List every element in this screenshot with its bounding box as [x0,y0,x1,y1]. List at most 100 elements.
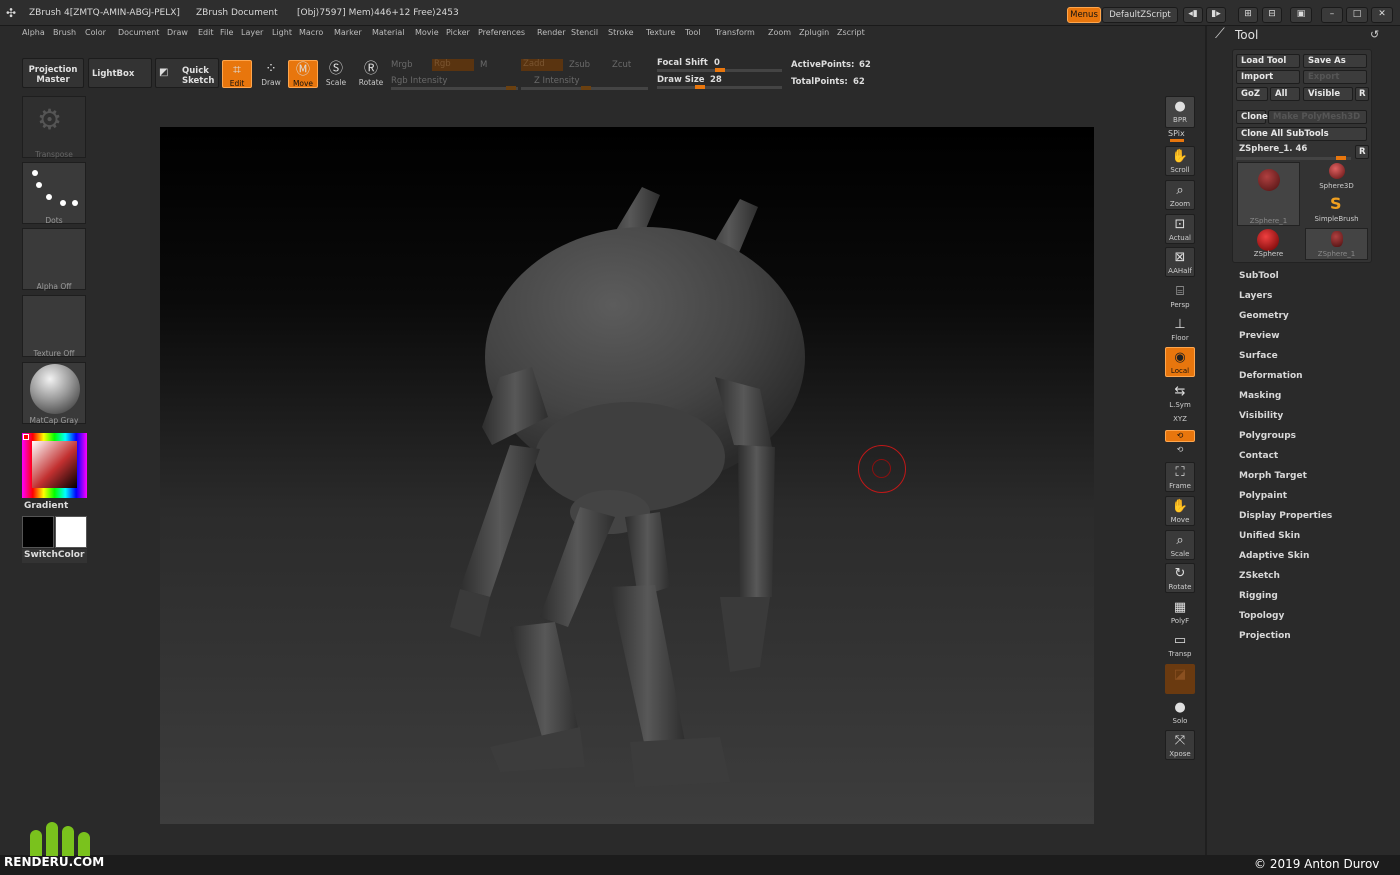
section-subtool[interactable]: SubTool [1239,271,1279,281]
menu-texture[interactable]: Texture [646,28,675,37]
default-zscript-button[interactable]: DefaultZScript [1102,7,1178,23]
color-square[interactable] [32,441,77,488]
texture-button[interactable]: Texture Off [22,295,86,358]
material-button[interactable]: MatCap Gray [22,362,86,425]
reset-icon[interactable]: ↺ [1370,28,1379,41]
move-button[interactable]: Ⓜ Move [288,60,318,88]
section-visibility[interactable]: Visibility [1239,411,1283,421]
minimize-icon[interactable]: – [1321,7,1343,23]
section-projection[interactable]: Projection [1239,631,1291,641]
xpose-button[interactable]: ⤧ Xpose [1165,730,1195,760]
section-preview[interactable]: Preview [1239,331,1280,341]
aahalf-button[interactable]: ⊠ AAHalf [1165,247,1195,277]
menu-picker[interactable]: Picker [446,28,470,37]
layout-icon[interactable]: ⊞ [1238,7,1258,23]
transpose-button[interactable]: ⚙ Transpose [22,96,86,159]
section-masking[interactable]: Masking [1239,391,1281,401]
section-rigging[interactable]: Rigging [1239,591,1278,601]
section-layers[interactable]: Layers [1239,291,1272,301]
section-surface[interactable]: Surface [1239,351,1278,361]
tool-slider[interactable] [1236,156,1351,160]
tool-thumb-simplebrush[interactable]: S SimpleBrush [1305,194,1368,226]
dots-stroke-button[interactable]: Dots [22,162,86,225]
tool-thumb-zsphere1-b[interactable]: ZSphere_1 [1305,228,1368,260]
switch-color-button[interactable]: SwitchColor [22,549,87,563]
section-display-properties[interactable]: Display Properties [1239,511,1332,521]
all-button[interactable]: All [1270,87,1300,101]
zoom-button[interactable]: ⌕ Zoom [1165,180,1195,210]
menu-zoom[interactable]: Zoom [768,28,791,37]
menu-color[interactable]: Color [85,28,106,37]
section-deformation[interactable]: Deformation [1239,371,1303,381]
menu-macro[interactable]: Macro [299,28,323,37]
transp-button[interactable]: ▭ Transp [1165,630,1195,660]
local-button[interactable]: ◉ Local [1165,347,1195,377]
draw-button[interactable]: ⁘ Draw [256,60,286,87]
make-polymesh-button[interactable]: Make PolyMesh3D [1268,110,1367,124]
actual-button[interactable]: ⊡ Actual [1165,214,1195,244]
section-contact[interactable]: Contact [1239,451,1278,461]
menu-alpha[interactable]: Alpha [22,28,45,37]
lsym-button[interactable]: ⇆ L.Sym [1165,381,1195,411]
tool-thumb-zsphere1[interactable]: ZSphere_1 [1237,162,1300,226]
draw-size-slider[interactable] [657,85,782,89]
section-topology[interactable]: Topology [1239,611,1284,621]
ghost-button[interactable]: ◪ [1165,664,1195,694]
spix-label[interactable]: SPix [1168,129,1185,138]
r-button[interactable]: R [1355,87,1369,101]
main-color-swatch[interactable] [22,516,54,548]
zcut-toggle[interactable]: Zcut [612,60,631,70]
color-picker[interactable] [22,433,87,498]
persp-button[interactable]: ⌸ Persp [1165,281,1195,311]
load-tool-button[interactable]: Load Tool [1236,54,1300,68]
secondary-color-swatch[interactable] [55,516,87,548]
menu-tool[interactable]: Tool [685,28,701,37]
m-toggle[interactable]: M [480,60,487,70]
menu-edit[interactable]: Edit [198,28,214,37]
section-adaptive-skin[interactable]: Adaptive Skin [1239,551,1309,561]
menu-movie[interactable]: Movie [415,28,439,37]
document-canvas[interactable] [160,127,1094,824]
scroll-right-icon[interactable]: ▮▸ [1206,7,1226,23]
scroll-button[interactable]: ✋ Scroll [1165,146,1195,176]
lightbox-button[interactable]: LightBox [88,58,152,88]
section-unified-skin[interactable]: Unified Skin [1239,531,1300,541]
mrgb-toggle[interactable]: Mrgb [391,60,412,70]
export-button[interactable]: Export [1303,70,1367,84]
rotate-button[interactable]: Ⓡ Rotate [356,60,386,87]
clone-all-subtools-button[interactable]: Clone All SubTools [1236,127,1367,141]
menu-stencil[interactable]: Stencil [571,28,598,37]
spix-slider[interactable] [1170,139,1184,142]
solo-button[interactable]: ● Solo [1165,697,1195,727]
focal-shift-slider[interactable] [657,68,782,72]
visible-button[interactable]: Visible [1303,87,1353,101]
menu-material[interactable]: Material [372,28,405,37]
section-zsketch[interactable]: ZSketch [1239,571,1280,581]
polyf-button[interactable]: ▦ PolyF [1165,597,1195,627]
rotate-view-button[interactable]: ↻ Rotate [1165,563,1195,593]
palette-icon[interactable]: ⊟ [1262,7,1282,23]
tool-thumb-sphere3d[interactable]: Sphere3D [1305,162,1368,192]
edit-button[interactable]: ⌗ Edit [222,60,252,88]
menu-preferences[interactable]: Preferences [478,28,525,37]
menu-marker[interactable]: Marker [334,28,362,37]
menus-button[interactable]: Menus [1067,7,1101,23]
menu-light[interactable]: Light [272,28,292,37]
xyz-button[interactable]: XYZ [1165,414,1195,428]
section-geometry[interactable]: Geometry [1239,311,1289,321]
scale-view-button[interactable]: ⌕ Scale [1165,530,1195,560]
menu-render[interactable]: Render [537,28,565,37]
menu-brush[interactable]: Brush [53,28,76,37]
clone-button[interactable]: Clone [1236,110,1268,124]
bpr-button[interactable]: ● BPR [1165,96,1195,128]
import-button[interactable]: Import [1236,70,1300,84]
scroll-left-icon[interactable]: ◂▮ [1183,7,1203,23]
y-axis-button[interactable]: ⟲ [1165,430,1195,442]
menu-zscript[interactable]: Zscript [837,28,865,37]
move-view-button[interactable]: ✋ Move [1165,496,1195,526]
menu-document[interactable]: Document [118,28,159,37]
save-as-button[interactable]: Save As [1303,54,1367,68]
alpha-button[interactable]: Alpha Off [22,228,86,291]
menu-file[interactable]: File [220,28,233,37]
zadd-toggle[interactable]: Zadd [521,59,563,71]
